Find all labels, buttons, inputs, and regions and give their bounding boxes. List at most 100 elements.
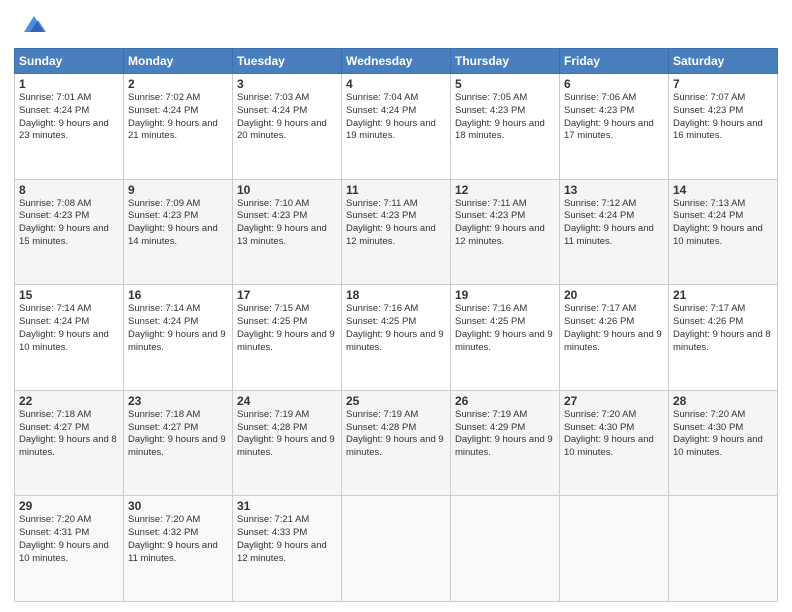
day-number: 13 <box>564 183 664 197</box>
week-row-4: 22Sunrise: 7:18 AMSunset: 4:27 PMDayligh… <box>15 390 778 496</box>
day-cell: 22Sunrise: 7:18 AMSunset: 4:27 PMDayligh… <box>15 390 124 496</box>
day-info: Sunrise: 7:18 AMSunset: 4:27 PMDaylight:… <box>128 409 228 460</box>
day-info: Sunrise: 7:20 AMSunset: 4:31 PMDaylight:… <box>19 514 119 565</box>
col-thursday: Thursday <box>451 49 560 74</box>
day-number: 15 <box>19 288 119 302</box>
day-number: 30 <box>128 499 228 513</box>
day-cell <box>451 496 560 602</box>
page: Sunday Monday Tuesday Wednesday Thursday… <box>0 0 792 612</box>
day-info: Sunrise: 7:17 AMSunset: 4:26 PMDaylight:… <box>564 303 664 354</box>
day-cell: 18Sunrise: 7:16 AMSunset: 4:25 PMDayligh… <box>342 285 451 391</box>
day-number: 4 <box>346 77 446 91</box>
day-number: 21 <box>673 288 773 302</box>
day-cell: 15Sunrise: 7:14 AMSunset: 4:24 PMDayligh… <box>15 285 124 391</box>
day-info: Sunrise: 7:19 AMSunset: 4:29 PMDaylight:… <box>455 409 555 460</box>
day-number: 25 <box>346 394 446 408</box>
day-cell <box>669 496 778 602</box>
day-cell: 14Sunrise: 7:13 AMSunset: 4:24 PMDayligh… <box>669 179 778 285</box>
day-info: Sunrise: 7:10 AMSunset: 4:23 PMDaylight:… <box>237 198 337 249</box>
day-number: 27 <box>564 394 664 408</box>
day-info: Sunrise: 7:09 AMSunset: 4:23 PMDaylight:… <box>128 198 228 249</box>
day-cell <box>560 496 669 602</box>
day-number: 7 <box>673 77 773 91</box>
day-cell: 11Sunrise: 7:11 AMSunset: 4:23 PMDayligh… <box>342 179 451 285</box>
day-number: 28 <box>673 394 773 408</box>
col-friday: Friday <box>560 49 669 74</box>
day-number: 1 <box>19 77 119 91</box>
day-number: 24 <box>237 394 337 408</box>
day-cell: 4Sunrise: 7:04 AMSunset: 4:24 PMDaylight… <box>342 74 451 180</box>
day-cell: 26Sunrise: 7:19 AMSunset: 4:29 PMDayligh… <box>451 390 560 496</box>
week-row-3: 15Sunrise: 7:14 AMSunset: 4:24 PMDayligh… <box>15 285 778 391</box>
day-info: Sunrise: 7:21 AMSunset: 4:33 PMDaylight:… <box>237 514 337 565</box>
day-cell: 8Sunrise: 7:08 AMSunset: 4:23 PMDaylight… <box>15 179 124 285</box>
day-number: 20 <box>564 288 664 302</box>
day-info: Sunrise: 7:20 AMSunset: 4:30 PMDaylight:… <box>673 409 773 460</box>
col-monday: Monday <box>124 49 233 74</box>
day-cell: 21Sunrise: 7:17 AMSunset: 4:26 PMDayligh… <box>669 285 778 391</box>
day-info: Sunrise: 7:20 AMSunset: 4:32 PMDaylight:… <box>128 514 228 565</box>
day-number: 19 <box>455 288 555 302</box>
day-number: 11 <box>346 183 446 197</box>
day-info: Sunrise: 7:16 AMSunset: 4:25 PMDaylight:… <box>455 303 555 354</box>
day-number: 31 <box>237 499 337 513</box>
day-number: 14 <box>673 183 773 197</box>
day-info: Sunrise: 7:19 AMSunset: 4:28 PMDaylight:… <box>346 409 446 460</box>
calendar-body: 1Sunrise: 7:01 AMSunset: 4:24 PMDaylight… <box>15 74 778 602</box>
day-cell: 9Sunrise: 7:09 AMSunset: 4:23 PMDaylight… <box>124 179 233 285</box>
day-cell: 5Sunrise: 7:05 AMSunset: 4:23 PMDaylight… <box>451 74 560 180</box>
day-number: 26 <box>455 394 555 408</box>
day-number: 2 <box>128 77 228 91</box>
day-cell: 3Sunrise: 7:03 AMSunset: 4:24 PMDaylight… <box>233 74 342 180</box>
day-cell <box>342 496 451 602</box>
day-info: Sunrise: 7:19 AMSunset: 4:28 PMDaylight:… <box>237 409 337 460</box>
header <box>14 12 778 40</box>
day-cell: 31Sunrise: 7:21 AMSunset: 4:33 PMDayligh… <box>233 496 342 602</box>
day-cell: 27Sunrise: 7:20 AMSunset: 4:30 PMDayligh… <box>560 390 669 496</box>
day-info: Sunrise: 7:16 AMSunset: 4:25 PMDaylight:… <box>346 303 446 354</box>
logo-icon <box>16 12 46 40</box>
week-row-1: 1Sunrise: 7:01 AMSunset: 4:24 PMDaylight… <box>15 74 778 180</box>
day-cell: 12Sunrise: 7:11 AMSunset: 4:23 PMDayligh… <box>451 179 560 285</box>
day-info: Sunrise: 7:06 AMSunset: 4:23 PMDaylight:… <box>564 92 664 143</box>
logo <box>14 12 46 40</box>
day-number: 8 <box>19 183 119 197</box>
calendar-table: Sunday Monday Tuesday Wednesday Thursday… <box>14 48 778 602</box>
day-cell: 20Sunrise: 7:17 AMSunset: 4:26 PMDayligh… <box>560 285 669 391</box>
day-number: 5 <box>455 77 555 91</box>
day-number: 16 <box>128 288 228 302</box>
day-cell: 25Sunrise: 7:19 AMSunset: 4:28 PMDayligh… <box>342 390 451 496</box>
day-cell: 13Sunrise: 7:12 AMSunset: 4:24 PMDayligh… <box>560 179 669 285</box>
day-cell: 1Sunrise: 7:01 AMSunset: 4:24 PMDaylight… <box>15 74 124 180</box>
day-number: 3 <box>237 77 337 91</box>
col-wednesday: Wednesday <box>342 49 451 74</box>
day-cell: 24Sunrise: 7:19 AMSunset: 4:28 PMDayligh… <box>233 390 342 496</box>
day-number: 10 <box>237 183 337 197</box>
day-info: Sunrise: 7:14 AMSunset: 4:24 PMDaylight:… <box>19 303 119 354</box>
col-saturday: Saturday <box>669 49 778 74</box>
day-number: 23 <box>128 394 228 408</box>
day-cell: 7Sunrise: 7:07 AMSunset: 4:23 PMDaylight… <box>669 74 778 180</box>
day-info: Sunrise: 7:08 AMSunset: 4:23 PMDaylight:… <box>19 198 119 249</box>
day-info: Sunrise: 7:04 AMSunset: 4:24 PMDaylight:… <box>346 92 446 143</box>
day-info: Sunrise: 7:03 AMSunset: 4:24 PMDaylight:… <box>237 92 337 143</box>
day-number: 9 <box>128 183 228 197</box>
day-cell: 10Sunrise: 7:10 AMSunset: 4:23 PMDayligh… <box>233 179 342 285</box>
col-tuesday: Tuesday <box>233 49 342 74</box>
day-number: 6 <box>564 77 664 91</box>
day-info: Sunrise: 7:07 AMSunset: 4:23 PMDaylight:… <box>673 92 773 143</box>
day-info: Sunrise: 7:18 AMSunset: 4:27 PMDaylight:… <box>19 409 119 460</box>
day-cell: 29Sunrise: 7:20 AMSunset: 4:31 PMDayligh… <box>15 496 124 602</box>
header-row: Sunday Monday Tuesday Wednesday Thursday… <box>15 49 778 74</box>
week-row-5: 29Sunrise: 7:20 AMSunset: 4:31 PMDayligh… <box>15 496 778 602</box>
day-info: Sunrise: 7:20 AMSunset: 4:30 PMDaylight:… <box>564 409 664 460</box>
day-number: 22 <box>19 394 119 408</box>
day-info: Sunrise: 7:12 AMSunset: 4:24 PMDaylight:… <box>564 198 664 249</box>
day-info: Sunrise: 7:15 AMSunset: 4:25 PMDaylight:… <box>237 303 337 354</box>
col-sunday: Sunday <box>15 49 124 74</box>
week-row-2: 8Sunrise: 7:08 AMSunset: 4:23 PMDaylight… <box>15 179 778 285</box>
day-info: Sunrise: 7:13 AMSunset: 4:24 PMDaylight:… <box>673 198 773 249</box>
day-cell: 6Sunrise: 7:06 AMSunset: 4:23 PMDaylight… <box>560 74 669 180</box>
day-info: Sunrise: 7:17 AMSunset: 4:26 PMDaylight:… <box>673 303 773 354</box>
calendar-header: Sunday Monday Tuesday Wednesday Thursday… <box>15 49 778 74</box>
